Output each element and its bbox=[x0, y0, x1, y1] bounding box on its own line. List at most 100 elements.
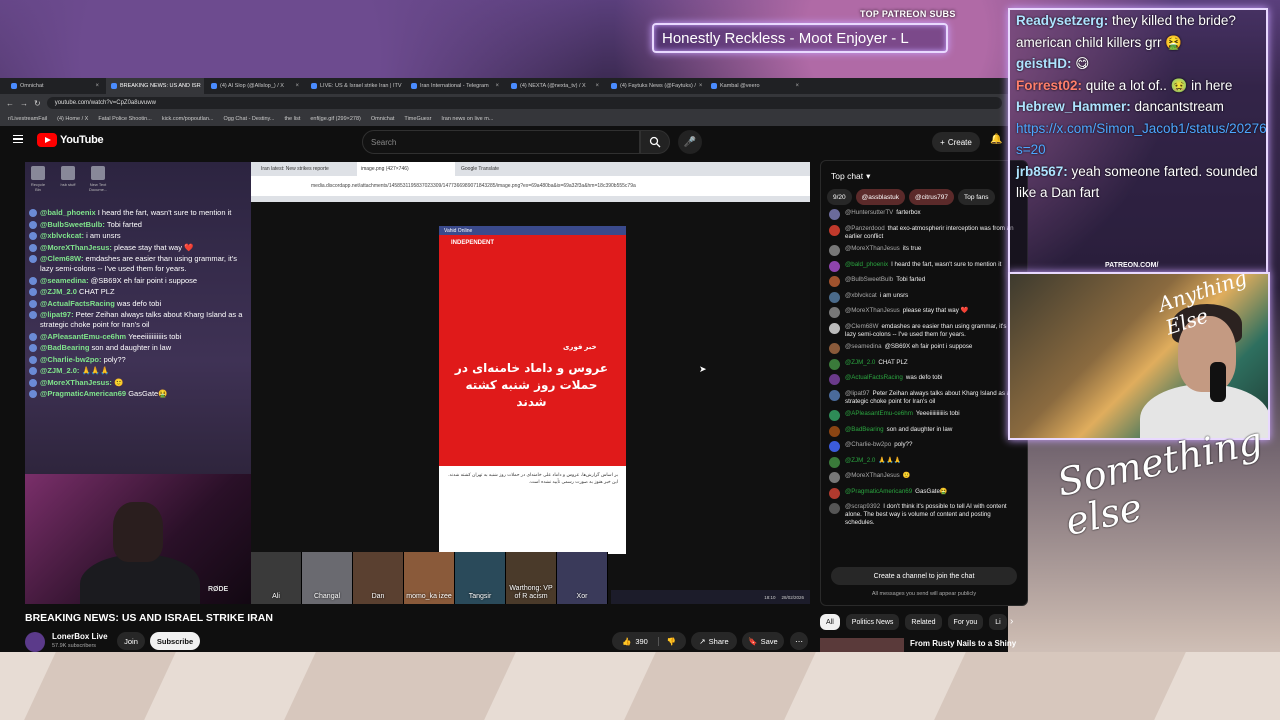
user-avatar[interactable] bbox=[829, 410, 840, 421]
chat-author[interactable]: @xblvckcat bbox=[845, 292, 877, 299]
chat-author[interactable]: @ZJM_2.0 bbox=[845, 457, 875, 464]
chat-badge[interactable]: @citrus797 bbox=[908, 189, 954, 205]
save-button[interactable]: 🔖 Save bbox=[742, 632, 784, 650]
close-icon[interactable]: × bbox=[699, 83, 703, 89]
user-avatar[interactable] bbox=[829, 389, 840, 401]
bookmark-link[interactable]: Ogg Chat - Destiny... bbox=[224, 116, 275, 122]
user-avatar[interactable] bbox=[829, 487, 840, 499]
youtube-logo[interactable]: YouTube bbox=[37, 133, 104, 147]
more-options-icon[interactable]: ⋯ bbox=[790, 632, 808, 650]
browser-tab[interactable]: (4) AI Slop (@Allslop_) / X × bbox=[206, 78, 304, 94]
search-button[interactable] bbox=[640, 130, 670, 154]
chat-badge[interactable]: Top fans bbox=[957, 189, 995, 205]
chat-author[interactable]: @PragmaticAmerican69 bbox=[845, 488, 912, 495]
chat-badge[interactable]: @assblastuk bbox=[855, 189, 905, 205]
filter-chip[interactable]: Politics News bbox=[845, 614, 900, 630]
search-input[interactable]: Search bbox=[362, 130, 640, 154]
like-button[interactable]: 👍 390 👎 bbox=[612, 632, 686, 650]
user-avatar[interactable] bbox=[829, 276, 840, 287]
filter-chip[interactable]: Related bbox=[905, 614, 942, 630]
favicon-icon bbox=[511, 83, 517, 89]
channel-avatar[interactable] bbox=[25, 632, 45, 652]
browser-tab[interactable]: BREAKING NEWS: US AND ISR× bbox=[106, 78, 204, 94]
chat-author[interactable]: @scrap9392 bbox=[845, 503, 880, 510]
reload-icon[interactable]: ↻ bbox=[34, 99, 41, 108]
url-field[interactable]: youtube.com/watch?v=CpZ0a8uvuww bbox=[46, 97, 1002, 109]
chat-author[interactable]: @MoreXThanJesus bbox=[845, 307, 900, 314]
bookmark-link[interactable]: (4) Home / X bbox=[57, 116, 88, 122]
chevron-right-icon[interactable]: › bbox=[1010, 616, 1013, 627]
chat-author[interactable]: @lipat97 bbox=[845, 390, 870, 397]
user-avatar[interactable] bbox=[829, 245, 840, 256]
browser-tab[interactable]: Kambal @veero × bbox=[706, 78, 804, 94]
user-avatar[interactable] bbox=[829, 291, 840, 303]
user-avatar[interactable] bbox=[829, 209, 840, 220]
chat-author[interactable]: @APleasantEmu-ce6hm bbox=[845, 410, 913, 417]
bookmark-link[interactable]: Omnichat bbox=[371, 116, 395, 122]
thumbs-down-icon[interactable]: 👎 bbox=[657, 636, 676, 646]
chat-author[interactable]: @bald_phoenix bbox=[845, 261, 888, 268]
user-avatar[interactable] bbox=[829, 358, 840, 370]
browser-tab[interactable]: Omnichat × bbox=[6, 78, 104, 94]
create-button[interactable]: + Create bbox=[932, 132, 980, 152]
recommended-title[interactable]: From Rusty Nails to a Shiny bbox=[910, 639, 1016, 648]
chat-message-body: @MoreXThanJesus 🙂 bbox=[845, 472, 911, 483]
chat-author[interactable]: @MoreXThanJesus bbox=[845, 245, 900, 252]
user-avatar[interactable] bbox=[829, 441, 840, 452]
chat-author[interactable]: @Charlie-bw2po bbox=[845, 441, 891, 448]
user-avatar[interactable] bbox=[829, 307, 840, 318]
bookmark-link[interactable]: TimeGuesr bbox=[404, 116, 431, 122]
close-icon[interactable]: × bbox=[795, 83, 799, 89]
bookmark-link[interactable]: r/LivestreamFail bbox=[8, 116, 47, 122]
filter-chip[interactable]: Li bbox=[989, 614, 1007, 630]
back-icon[interactable]: ← bbox=[6, 99, 14, 108]
user-avatar[interactable] bbox=[829, 224, 840, 236]
user-avatar[interactable] bbox=[829, 322, 840, 334]
bookmark-link[interactable]: Iran news on live m... bbox=[441, 116, 493, 122]
chat-author[interactable]: @Panzerdood bbox=[845, 225, 885, 232]
user-avatar[interactable] bbox=[829, 343, 840, 354]
user-avatar[interactable] bbox=[829, 425, 840, 437]
user-avatar[interactable] bbox=[829, 472, 840, 483]
recommended-thumbnail[interactable] bbox=[820, 638, 904, 652]
chat-author[interactable]: @ActualFactsRacing bbox=[845, 374, 903, 381]
share-button[interactable]: ↗ Share bbox=[691, 632, 737, 650]
voice-search-button[interactable]: 🎤 bbox=[678, 130, 702, 154]
browser-tab[interactable]: LIVE: US & Israel strike Iran | ITV× bbox=[306, 78, 404, 94]
close-icon[interactable]: × bbox=[495, 83, 499, 89]
chat-author[interactable]: @HuntersutterTV bbox=[845, 209, 893, 216]
close-icon[interactable]: × bbox=[295, 83, 299, 89]
hamburger-menu-icon[interactable] bbox=[13, 135, 23, 143]
subscribe-button[interactable]: Subscribe bbox=[150, 632, 200, 650]
chat-author[interactable]: @seamedina bbox=[845, 343, 882, 350]
filter-chip[interactable]: All bbox=[820, 614, 840, 630]
bookmark-link[interactable]: Fatal Police Shootin... bbox=[98, 116, 152, 122]
browser-tab[interactable]: (4) Faytuks News (@Faytuks) / × bbox=[606, 78, 704, 94]
filter-chip[interactable]: For you bbox=[947, 614, 984, 630]
create-channel-button[interactable]: Create a channel to join the chat bbox=[831, 567, 1017, 585]
chat-author[interactable]: @MoreXThanJesus bbox=[845, 472, 900, 479]
chat-author[interactable]: @ZJM_2.0 bbox=[845, 359, 875, 366]
browser-tab[interactable]: (4) NEXTA (@nexta_tv) / X × bbox=[506, 78, 604, 94]
chat-badge[interactable]: 9/20 bbox=[827, 189, 852, 205]
browser-tab[interactable]: Iran International - Telegram × bbox=[406, 78, 504, 94]
bookmark-link[interactable]: the list bbox=[284, 116, 300, 122]
user-avatar[interactable] bbox=[829, 503, 840, 514]
close-icon[interactable]: × bbox=[95, 83, 99, 89]
forward-icon[interactable]: → bbox=[20, 99, 28, 108]
user-avatar[interactable] bbox=[829, 374, 840, 385]
chat-author[interactable]: @BadBearing bbox=[845, 426, 884, 433]
video-player[interactable]: Recycle Bin hsb stuff New Text Docume... @… bbox=[25, 162, 810, 604]
user-avatar[interactable] bbox=[829, 260, 840, 272]
bookmark-link[interactable]: kick.com/popoutlan... bbox=[162, 116, 214, 122]
user-avatar[interactable] bbox=[829, 456, 840, 468]
chat-message: @scrap9392 I don't think it's possible to… bbox=[829, 503, 1019, 527]
close-icon[interactable]: × bbox=[595, 83, 599, 89]
bookmark-link[interactable]: enfi|ge.gif (299×278) bbox=[310, 116, 361, 122]
chat-mode-selector[interactable]: Top chat ▾ bbox=[821, 161, 1027, 191]
notifications-bell-icon[interactable]: 🔔 bbox=[990, 134, 1002, 145]
chat-author[interactable]: @BulbSweetBulb bbox=[845, 276, 893, 283]
chat-author[interactable]: @Clem68W bbox=[845, 323, 878, 330]
join-button[interactable]: Join bbox=[117, 632, 145, 650]
channel-name[interactable]: LonerBox Live bbox=[52, 632, 108, 641]
